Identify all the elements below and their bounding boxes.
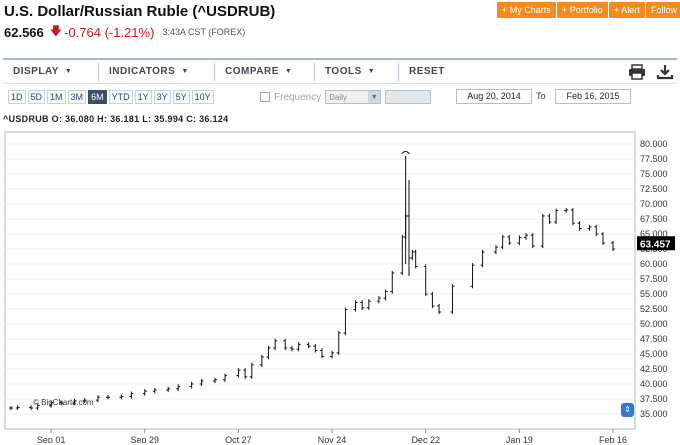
x-tick-label: Feb 16 (599, 435, 627, 443)
reset-button[interactable]: RESET (399, 63, 455, 81)
printer-icon[interactable] (627, 63, 647, 81)
range-1m[interactable]: 1M (47, 90, 66, 104)
range-5y[interactable]: 5Y (172, 90, 190, 104)
toolbar-icons (627, 63, 675, 81)
y-tick-label: 35.000 (640, 409, 668, 419)
chevron-down-icon: ▼ (368, 91, 381, 103)
y-tick-label: 80.000 (640, 139, 668, 149)
y-tick-label: 67.500 (640, 214, 668, 224)
watermark: © BigCharts.com (33, 398, 94, 407)
frequency-checkbox[interactable] (260, 92, 270, 102)
x-tick-label: Sep 29 (131, 435, 160, 443)
range-3y[interactable]: 3Y (153, 90, 171, 104)
y-tick-label: 50.000 (640, 319, 668, 329)
last-price: 62.566 (4, 24, 44, 40)
price-chart[interactable]: 35.000 37.500 40.000 42.500 45.000 47.500 50.0… (3, 130, 679, 443)
caret-down-icon: ▼ (284, 68, 293, 75)
y-tick-label: 75.000 (640, 169, 668, 179)
frequency-value: Daily (329, 92, 348, 102)
x-tick-label: Nov 24 (318, 435, 347, 443)
indicators-menu[interactable]: INDICATORS ▼ (99, 62, 215, 81)
ohlc-readout: ^USDRUB O: 36.080 H: 36.181 L: 35.994 C:… (3, 114, 229, 124)
indicators-label: INDICATORS (109, 66, 176, 77)
y-tick-label: 42.500 (640, 364, 668, 374)
x-tick-label: Jan 19 (506, 435, 533, 443)
range-3m[interactable]: 3M (67, 90, 87, 104)
display-label: DISPLAY (13, 66, 59, 77)
y-tick-label: 57.500 (640, 274, 668, 284)
caret-down-icon: ▼ (367, 68, 376, 75)
range-ytd[interactable]: YTD (108, 90, 133, 104)
x-tick-label: Sep 01 (37, 435, 66, 443)
to-date-input[interactable]: Feb 16, 2015 (555, 89, 631, 104)
range-1d[interactable]: 1D (8, 90, 26, 104)
chart-svg: 35.000 37.500 40.000 42.500 45.000 47.500 50.0… (4, 131, 675, 443)
quote-time: 3:43A CST (FOREX) (162, 27, 246, 37)
range-selector: 1D 5D 1M 3M 6M YTD 1Y 3Y 5Y 10Y (8, 90, 214, 104)
portfolio-button[interactable]: + Portfolio (557, 2, 608, 18)
my-charts-button[interactable]: + My Charts (497, 2, 556, 18)
frequency-secondary-select[interactable] (385, 90, 432, 104)
caret-down-icon: ▼ (181, 68, 189, 75)
range-5d[interactable]: 5D (27, 90, 46, 104)
follow-button[interactable]: Follow (646, 2, 680, 18)
y-tick-label: 47.500 (640, 334, 668, 344)
y-tick-label: 52.500 (640, 304, 668, 314)
y-tick-label: 40.000 (640, 379, 668, 389)
y-tick-label: 37.500 (640, 394, 668, 404)
y-tick-label: 70.000 (640, 199, 668, 209)
page: U.S. Dollar/Russian Ruble (^USDRUB) 62.5… (0, 0, 680, 445)
y-tick-label: 60.000 (640, 259, 668, 269)
tools-label: TOOLS (325, 66, 362, 77)
compare-menu[interactable]: COMPARE ▼ (215, 62, 315, 81)
frequency-control: Frequency Daily ▼ (260, 90, 432, 104)
frequency-select[interactable]: Daily ▼ (325, 90, 382, 104)
frequency-label: Frequency (274, 91, 322, 103)
tools-menu[interactable]: TOOLS ▼ (315, 62, 399, 81)
range-6m[interactable]: 6M (88, 90, 107, 104)
y-tick-label: 77.500 (640, 154, 668, 164)
to-label: To (536, 91, 546, 101)
compare-label: COMPARE (225, 66, 279, 77)
x-tick-label: Dec 22 (411, 435, 440, 443)
y-tick-label: 45.000 (640, 349, 668, 359)
reset-label: RESET (409, 66, 445, 77)
y-tick-label: 55.000 (640, 289, 668, 299)
chart-toolbar: DISPLAY ▼ INDICATORS ▼ COMPARE ▼ TOOLS ▼ RES… (3, 58, 677, 84)
caret-down-icon: ▼ (64, 68, 73, 75)
y-tick-label: 72.500 (640, 184, 668, 194)
quote-line: 62.566 🡇 -0.764 (-1.21%) 3:43A CST (FORE… (4, 24, 245, 40)
chart-scroll-button[interactable]: ⇕ (621, 403, 634, 417)
price-change: -0.764 (-1.21%) (64, 24, 155, 40)
range-1y[interactable]: 1Y (134, 90, 152, 104)
alert-button[interactable]: + Alert (609, 2, 645, 18)
range-10y[interactable]: 10Y (191, 90, 214, 104)
down-arrow-icon: 🡇 (49, 23, 63, 38)
download-icon[interactable] (655, 63, 675, 81)
display-menu[interactable]: DISPLAY ▼ (3, 62, 99, 81)
page-title: U.S. Dollar/Russian Ruble (^USDRUB) (4, 3, 276, 20)
from-date-input[interactable]: Aug 20, 2014 (456, 89, 532, 104)
last-price-label: 63.457 (640, 239, 671, 250)
x-tick-label: Oct 27 (225, 435, 252, 443)
